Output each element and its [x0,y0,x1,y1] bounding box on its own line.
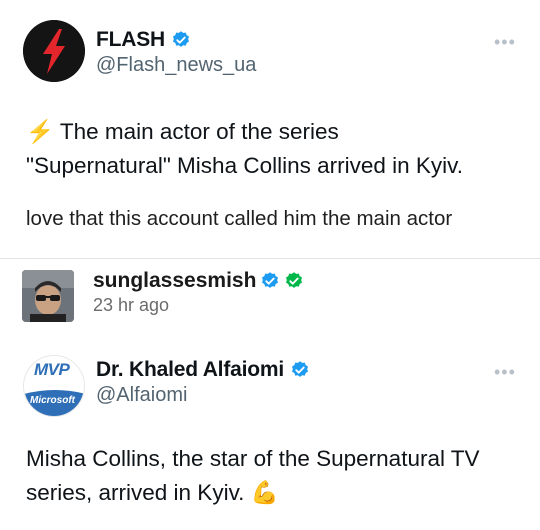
verified-badge-icon [262,272,279,288]
verified-badge-icon [173,31,189,47]
alfaiomi-name-row: Dr. Khaled Alfaiomi [96,358,310,382]
reblogger-name-row: sunglassesmish [93,269,304,293]
reblogger-username[interactable]: sunglassesmish [93,269,256,293]
display-name[interactable]: FLASH [96,28,165,52]
tweet-text-line-1: ⚡ The main actor of the series [26,119,339,144]
post-timestamp: 23 hr ago [93,295,170,315]
lightning-logo-icon [23,20,85,82]
alfaiomi-avatar[interactable]: MVP Microsoft [23,355,85,417]
quoted-tweet-alfaiomi: MVP Microsoft Dr. Khaled Alfaiomi @Alfai… [0,340,540,530]
quoted-tweet-flash: FLASH @Flash_news_ua ••• ⚡ The main acto… [0,0,540,200]
mvp-text: MVP [34,360,70,379]
tweet-text-line-2: series, arrived in Kyiv. 💪 [26,480,279,505]
flash-name-row: FLASH [96,28,191,52]
display-name[interactable]: Dr. Khaled Alfaiomi [96,358,284,382]
green-check-badge-icon [286,272,303,288]
tweet-text-line-1: Misha Collins, the star of the Supernatu… [26,446,480,471]
tweet-text: Misha Collins, the star of the Supernatu… [26,442,480,510]
handle[interactable]: @Flash_news_ua [96,54,256,77]
more-options-icon[interactable]: ••• [494,362,516,383]
more-options-icon[interactable]: ••• [494,32,516,53]
flash-avatar[interactable] [23,20,85,82]
avatar-photo [22,270,74,322]
verified-badge-icon [291,361,308,377]
divider [0,258,540,259]
microsoft-text: Microsoft [30,395,75,406]
handle[interactable]: @Alfaiomi [96,384,187,407]
reblogger-avatar[interactable] [22,270,74,322]
post-caption: love that this account called him the ma… [26,207,453,230]
tweet-text-line-2: "Supernatural" Misha Collins arrived in … [26,153,463,178]
tweet-text: ⚡ The main actor of the series "Supernat… [26,115,463,183]
